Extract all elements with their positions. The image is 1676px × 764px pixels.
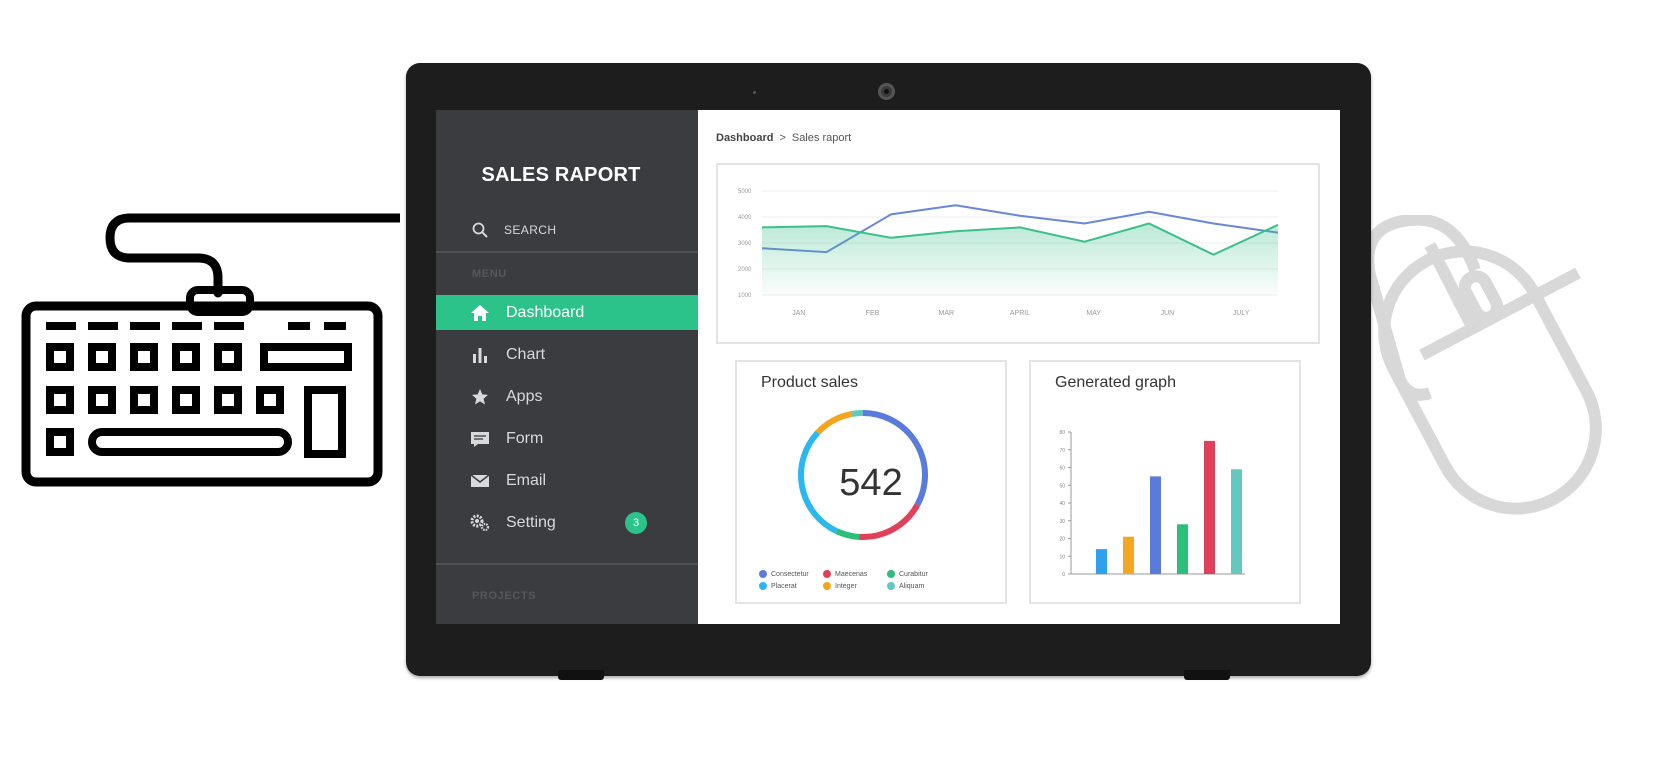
legend-label: Maecenas <box>835 570 868 578</box>
sidebar-item-apps[interactable]: Apps <box>436 379 698 414</box>
webcam-icon <box>878 83 895 100</box>
legend-dot <box>823 582 831 590</box>
x-tick-label: MAY <box>1086 310 1101 317</box>
line-chart: 5000 4000 3000 2000 1000 JAN FEB MAR APRIL MAY JUN… <box>738 189 1279 317</box>
legend-label: Consectetur <box>771 570 809 578</box>
donut-center-value: 542 <box>839 462 903 504</box>
sidebar-item-label: Setting <box>506 513 556 531</box>
donut-slice <box>815 411 853 435</box>
legend-dot <box>759 570 767 578</box>
sidebar-item-label: Form <box>506 429 544 447</box>
bar <box>1231 469 1242 574</box>
stage: SALES RAPORT SEARCH MENU Dashboard Chart… <box>0 0 1676 764</box>
sidebar-item-chart[interactable]: Chart <box>436 337 698 372</box>
y-tick-label: 3000 <box>738 241 752 247</box>
sidebar-item-label: Apps <box>506 387 543 405</box>
breadcrumb-root-link[interactable]: Dashboard <box>716 132 773 144</box>
legend-item: Consectetur <box>759 570 823 578</box>
y-tick-label: 1000 <box>738 293 752 299</box>
y-tick-label: 60 <box>1059 466 1065 472</box>
form-icon <box>470 429 490 449</box>
monitor-foot <box>558 670 604 680</box>
sidebar-nav: Dashboard Chart Apps Form Email Setting … <box>436 295 700 547</box>
breadcrumb-separator-icon: > <box>779 132 786 144</box>
home-icon <box>470 303 490 323</box>
donut-legend: Consectetur Maecenas Curabitur Placerat Inte… <box>759 570 951 590</box>
legend-label: Aliquam <box>899 582 925 590</box>
legend-label: Placerat <box>771 582 797 590</box>
screen: SALES RAPORT SEARCH MENU Dashboard Chart… <box>436 110 1340 624</box>
line-chart-card: 5000 4000 3000 2000 1000 JAN FEB MAR APRIL MAY JUN… <box>716 163 1320 344</box>
bar <box>1204 440 1215 574</box>
x-tick-label: JAN <box>792 310 805 317</box>
y-tick-label: 30 <box>1059 519 1065 525</box>
notification-badge: 3 <box>625 512 647 534</box>
generated-graph-card: Generated graph 80 70 60 50 40 30 20 10 0 <box>1029 360 1301 604</box>
sidebar: SALES RAPORT SEARCH MENU Dashboard Chart… <box>436 110 700 624</box>
donut-slice <box>850 410 864 418</box>
sidebar-item-label: Dashboard <box>506 303 585 321</box>
breadcrumb: Dashboard > Sales raport <box>716 132 851 144</box>
main-content: Dashboard > Sales raport 5000 4000 3000 200… <box>698 110 1340 624</box>
legend-item: Placerat <box>759 582 823 590</box>
mouse-illustration <box>1360 215 1602 515</box>
legend-dot <box>823 570 831 578</box>
legend-item: Maecenas <box>823 570 887 578</box>
bar <box>1150 476 1161 574</box>
sidebar-item-label: Chart <box>506 345 546 363</box>
y-tick-label: 4000 <box>738 215 752 221</box>
star-icon <box>470 387 490 407</box>
sidebar-item-email[interactable]: Email <box>436 463 698 498</box>
series-area-1 <box>762 223 1278 295</box>
bar <box>1096 549 1107 574</box>
y-tick-label: 50 <box>1059 483 1065 489</box>
y-tick-label: 5000 <box>738 189 752 195</box>
y-tick-label: 80 <box>1059 430 1065 436</box>
keyboard-illustration <box>21 213 400 487</box>
sidebar-item-label: Email <box>506 471 547 489</box>
breadcrumb-current: Sales raport <box>791 132 852 144</box>
search-button[interactable]: SEARCH <box>472 222 556 238</box>
bar-chart: 80 70 60 50 40 30 20 10 0 <box>1059 430 1245 578</box>
y-tick-label: 2000 <box>738 267 752 273</box>
legend-dot <box>887 582 895 590</box>
legend-label: Curabitur <box>899 570 928 578</box>
y-tick-label: 20 <box>1059 537 1065 543</box>
divider <box>436 251 698 253</box>
legend-label: Integer <box>835 582 857 590</box>
gears-icon <box>470 513 490 533</box>
monitor-foot <box>1184 670 1230 680</box>
divider <box>436 563 698 565</box>
bar <box>1177 524 1188 574</box>
legend-dot <box>887 570 895 578</box>
sidebar-item-form[interactable]: Form <box>436 421 698 456</box>
y-tick-label: 40 <box>1059 501 1065 507</box>
x-tick-label: JULY <box>1233 310 1250 317</box>
x-tick-label: FEB <box>866 310 880 317</box>
menu-section-label: MENU <box>472 268 507 280</box>
sidebar-item-setting[interactable]: Setting 3 <box>436 505 698 540</box>
search-icon <box>472 222 488 238</box>
legend-item: Aliquam <box>887 582 951 590</box>
y-tick-label: 70 <box>1059 448 1065 454</box>
envelope-icon <box>470 471 490 491</box>
bar-chart-icon <box>470 345 490 365</box>
legend-item: Integer <box>823 582 887 590</box>
x-tick-label: MAR <box>939 310 955 317</box>
search-label: SEARCH <box>504 223 557 237</box>
donut-slice <box>858 503 920 540</box>
y-tick-label: 0 <box>1062 572 1065 578</box>
sensor-dot <box>753 91 756 94</box>
app-title: SALES RAPORT <box>481 164 641 186</box>
x-tick-label: APRIL <box>1010 310 1030 317</box>
x-tick-label: JUN <box>1161 310 1175 317</box>
product-sales-card: Product sales 542 Consectetur Maecenas Cur… <box>735 360 1007 604</box>
donut-slice <box>835 528 860 540</box>
legend-item: Curabitur <box>887 570 951 578</box>
legend-dot <box>759 582 767 590</box>
sidebar-item-dashboard[interactable]: Dashboard <box>436 295 700 330</box>
projects-section-label: PROJECTS <box>472 590 537 602</box>
bar <box>1123 536 1134 574</box>
y-tick-label: 10 <box>1059 554 1065 560</box>
